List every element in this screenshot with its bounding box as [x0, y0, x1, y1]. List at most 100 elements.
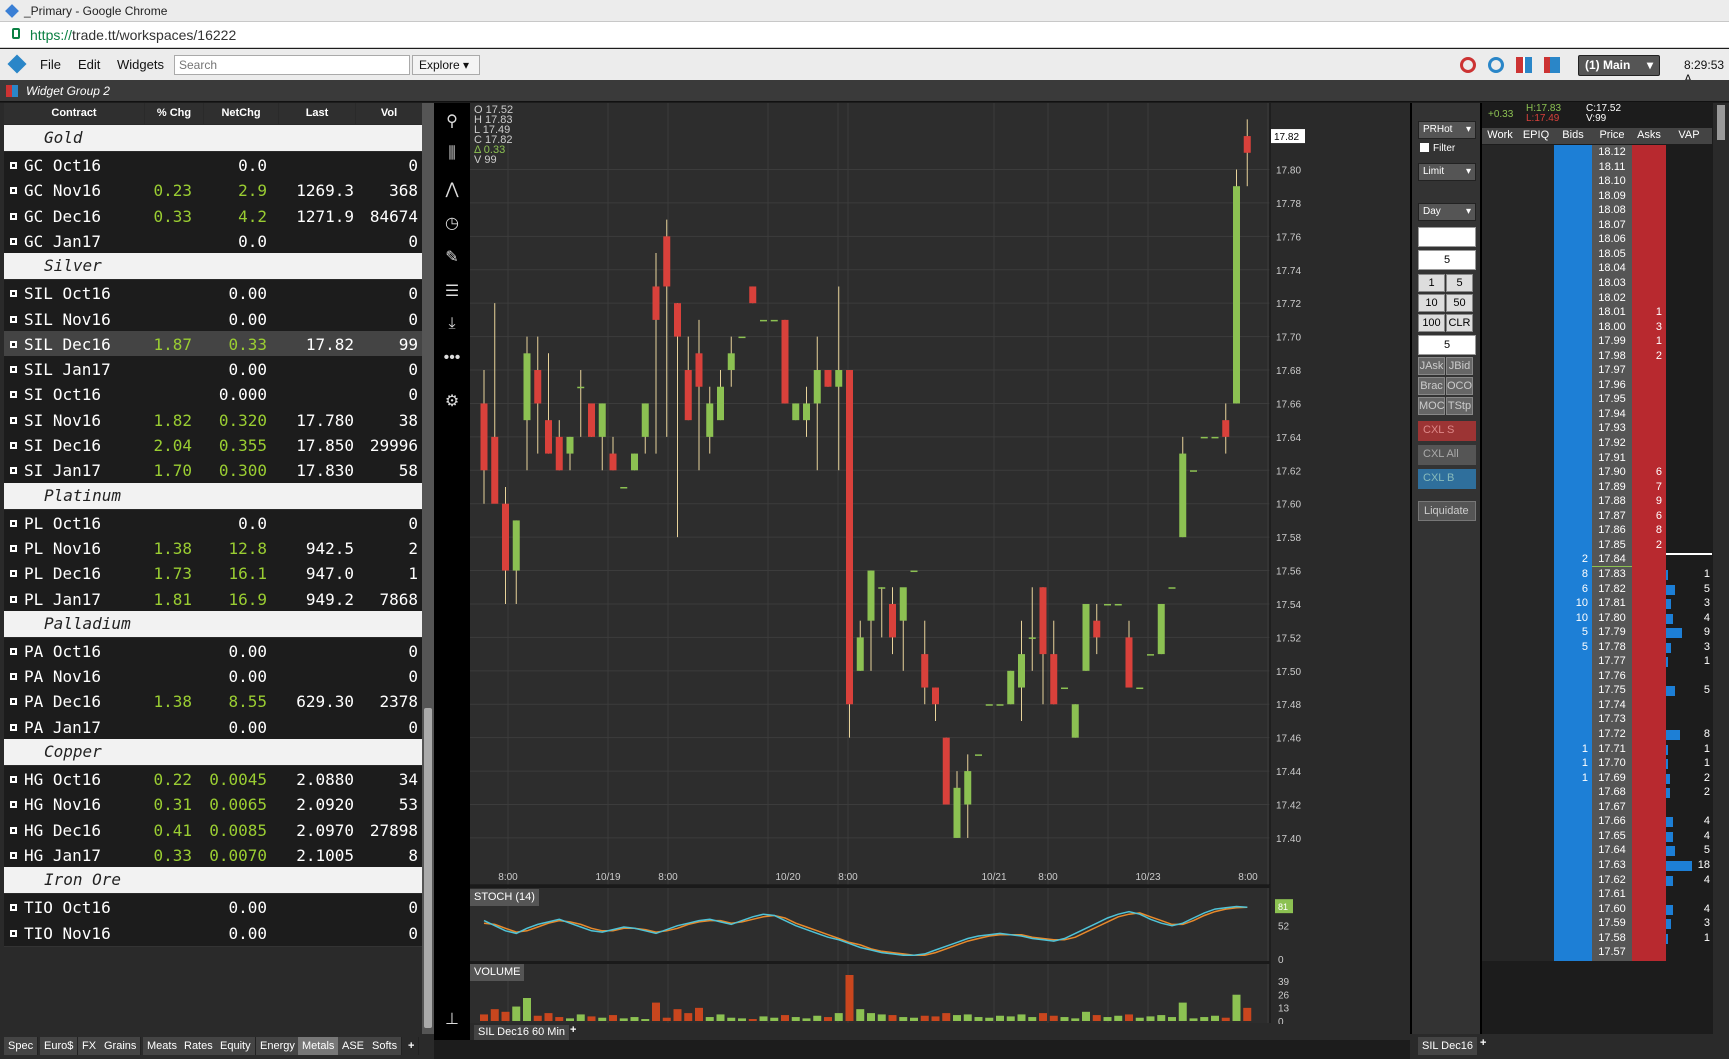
qty-input[interactable]: 5: [1418, 250, 1476, 270]
scroll-thumb[interactable]: [1717, 105, 1725, 140]
explore-dropdown[interactable]: Explore ▾: [412, 55, 480, 75]
watchlist-row[interactable]: SI Jan17 1.70 0.300 17.830 58: [4, 457, 422, 485]
clock-icon[interactable]: ◷: [442, 213, 462, 233]
tab-ase[interactable]: ASE: [338, 1037, 370, 1055]
col-bids[interactable]: Bids: [1554, 128, 1592, 144]
watchlist-row[interactable]: SIL Dec16 1.87 0.33 17.82 99: [4, 330, 422, 358]
watchlist-row[interactable]: HG Dec16 0.41 0.0085 2.0970 27898: [4, 816, 422, 844]
tab-rates[interactable]: Rates: [180, 1037, 218, 1055]
col-epiq[interactable]: EPIQ: [1518, 128, 1554, 144]
cancel-sells-button[interactable]: CXL S: [1418, 421, 1476, 441]
watchlist-row[interactable]: PL Jan17 1.81 16.9 949.2 7868: [4, 585, 422, 613]
price-input[interactable]: [1418, 227, 1476, 247]
chart-canvas[interactable]: 17.80 17.78 17.76 17.74 17.72 17.70 17.68 17.66…: [470, 103, 1410, 1040]
tt-logo-icon[interactable]: [7, 54, 27, 74]
col-vol[interactable]: Vol: [356, 103, 422, 124]
group-header[interactable]: Copper: [4, 739, 422, 765]
col-asks[interactable]: Asks: [1632, 128, 1666, 144]
candlestick-icon[interactable]: ⫼: [442, 145, 462, 165]
tab-energy[interactable]: Energy: [256, 1037, 300, 1055]
expand-icon[interactable]: [10, 315, 17, 323]
expand-icon[interactable]: [10, 212, 17, 220]
expand-icon[interactable]: [10, 826, 17, 834]
col-contract[interactable]: Contract: [4, 103, 144, 124]
refresh-icon[interactable]: [1488, 57, 1504, 73]
watchlist-row[interactable]: HG Nov16 0.31 0.0065 2.0920 53: [4, 791, 422, 819]
group-header[interactable]: Iron Ore: [4, 867, 422, 894]
expand-icon[interactable]: [10, 391, 17, 399]
layers-icon[interactable]: ☰: [442, 281, 462, 301]
expand-icon[interactable]: [10, 519, 17, 527]
qty-5-button[interactable]: 5: [1446, 274, 1473, 292]
join-bid-button[interactable]: JBid: [1446, 357, 1473, 375]
watchlist-row[interactable]: HG Jan17 0.33 0.0070 2.1005 8: [4, 841, 422, 869]
expand-icon[interactable]: [10, 851, 17, 859]
bid-cell[interactable]: [1554, 945, 1592, 962]
watchlist-row[interactable]: PA Oct16 0.00 0: [4, 637, 422, 665]
col-netchg[interactable]: NetChg: [204, 103, 278, 124]
col-vap[interactable]: VAP: [1666, 128, 1712, 144]
watchlist-row[interactable]: SI Oct16 0.000 0: [4, 381, 422, 409]
watchlist-row[interactable]: HG Oct16 0.22 0.0045 2.0880 34: [4, 766, 422, 793]
bracket-button[interactable]: Brac: [1418, 377, 1445, 395]
pin-icon[interactable]: ⊥: [442, 1009, 462, 1029]
tif-select[interactable]: Day ▾: [1418, 203, 1476, 221]
watchlist-row[interactable]: SIL Jan17 0.00 0: [4, 356, 422, 384]
watchlist-row[interactable]: GC Jan17 0.0 0: [4, 227, 422, 255]
account-select[interactable]: PRHot ▾: [1418, 121, 1476, 139]
expand-icon[interactable]: [10, 290, 17, 298]
add-chart-icon[interactable]: +: [570, 1024, 576, 1036]
expand-icon[interactable]: [10, 801, 17, 809]
qty-100-button[interactable]: 100: [1418, 314, 1445, 332]
ladder-tab[interactable]: SIL Dec16: [1418, 1037, 1477, 1055]
url-text[interactable]: https://trade.tt/workspaces/16222: [30, 27, 236, 43]
expand-icon[interactable]: [10, 698, 17, 706]
menu-edit[interactable]: Edit: [78, 57, 100, 72]
ladder-scrollbar[interactable]: [1713, 103, 1729, 1040]
expand-icon[interactable]: [10, 570, 17, 578]
pencil-icon[interactable]: ✎: [442, 247, 462, 267]
watchlist-row[interactable]: TIO Oct16 0.00 0: [4, 894, 422, 922]
watchlist-row[interactable]: PL Nov16 1.38 12.8 942.5 2: [4, 534, 422, 562]
qty-input-2[interactable]: 5: [1418, 335, 1476, 355]
expand-icon[interactable]: [10, 544, 17, 552]
add-tab-icon[interactable]: +: [404, 1037, 420, 1055]
download-icon[interactable]: ⤓: [442, 315, 462, 335]
watchlist-row[interactable]: SI Dec16 2.04 0.355 17.850 29996: [4, 432, 422, 459]
filter-toggle[interactable]: Filter: [1420, 143, 1455, 154]
tab-equity[interactable]: Equity: [216, 1037, 256, 1055]
tab-meats[interactable]: Meats: [143, 1037, 182, 1055]
expand-icon[interactable]: [10, 366, 17, 374]
qty-10-button[interactable]: 10: [1418, 294, 1445, 312]
col-pct-chg[interactable]: % Chg: [145, 103, 203, 124]
liquidate-button[interactable]: Liquidate: [1418, 501, 1476, 521]
expand-icon[interactable]: [10, 442, 17, 449]
expand-icon[interactable]: [10, 237, 17, 245]
expand-icon[interactable]: [10, 416, 17, 424]
ladder-row[interactable]: 17.57: [1482, 945, 1712, 962]
qty-1-button[interactable]: 1: [1418, 274, 1445, 292]
watchlist-row[interactable]: GC Dec16 0.33 4.2 1271.9 84674: [4, 202, 422, 230]
expand-icon[interactable]: [10, 723, 17, 731]
grid-icon[interactable]: [1516, 57, 1532, 73]
search-icon[interactable]: ⚲: [442, 111, 462, 131]
tab-grains[interactable]: Grains: [100, 1037, 142, 1055]
cancel-all-button[interactable]: CXL All: [1418, 445, 1476, 465]
qty-50-button[interactable]: 50: [1446, 294, 1473, 312]
ask-cell[interactable]: [1632, 945, 1666, 962]
moc-button[interactable]: MOC: [1418, 397, 1445, 415]
volume-label[interactable]: VOLUME: [470, 964, 525, 981]
qty-clear-button[interactable]: CLR: [1446, 314, 1473, 332]
watchlist-row[interactable]: SIL Oct16 0.00 0: [4, 280, 422, 308]
watchlist-row[interactable]: PA Jan17 0.00 0: [4, 713, 422, 741]
tab-softs[interactable]: Softs: [368, 1037, 403, 1055]
compass-icon[interactable]: [1460, 57, 1476, 73]
watchlist-row[interactable]: PA Dec16 1.38 8.55 629.30 2378: [4, 688, 422, 716]
search-input[interactable]: [174, 55, 410, 75]
tab-spec[interactable]: Spec: [4, 1037, 39, 1055]
expand-icon[interactable]: [10, 929, 17, 937]
trailing-stop-button[interactable]: TStp: [1446, 397, 1473, 415]
tab-metals[interactable]: Metals: [298, 1037, 340, 1055]
col-price[interactable]: Price: [1592, 128, 1632, 144]
col-work[interactable]: Work: [1482, 128, 1518, 144]
